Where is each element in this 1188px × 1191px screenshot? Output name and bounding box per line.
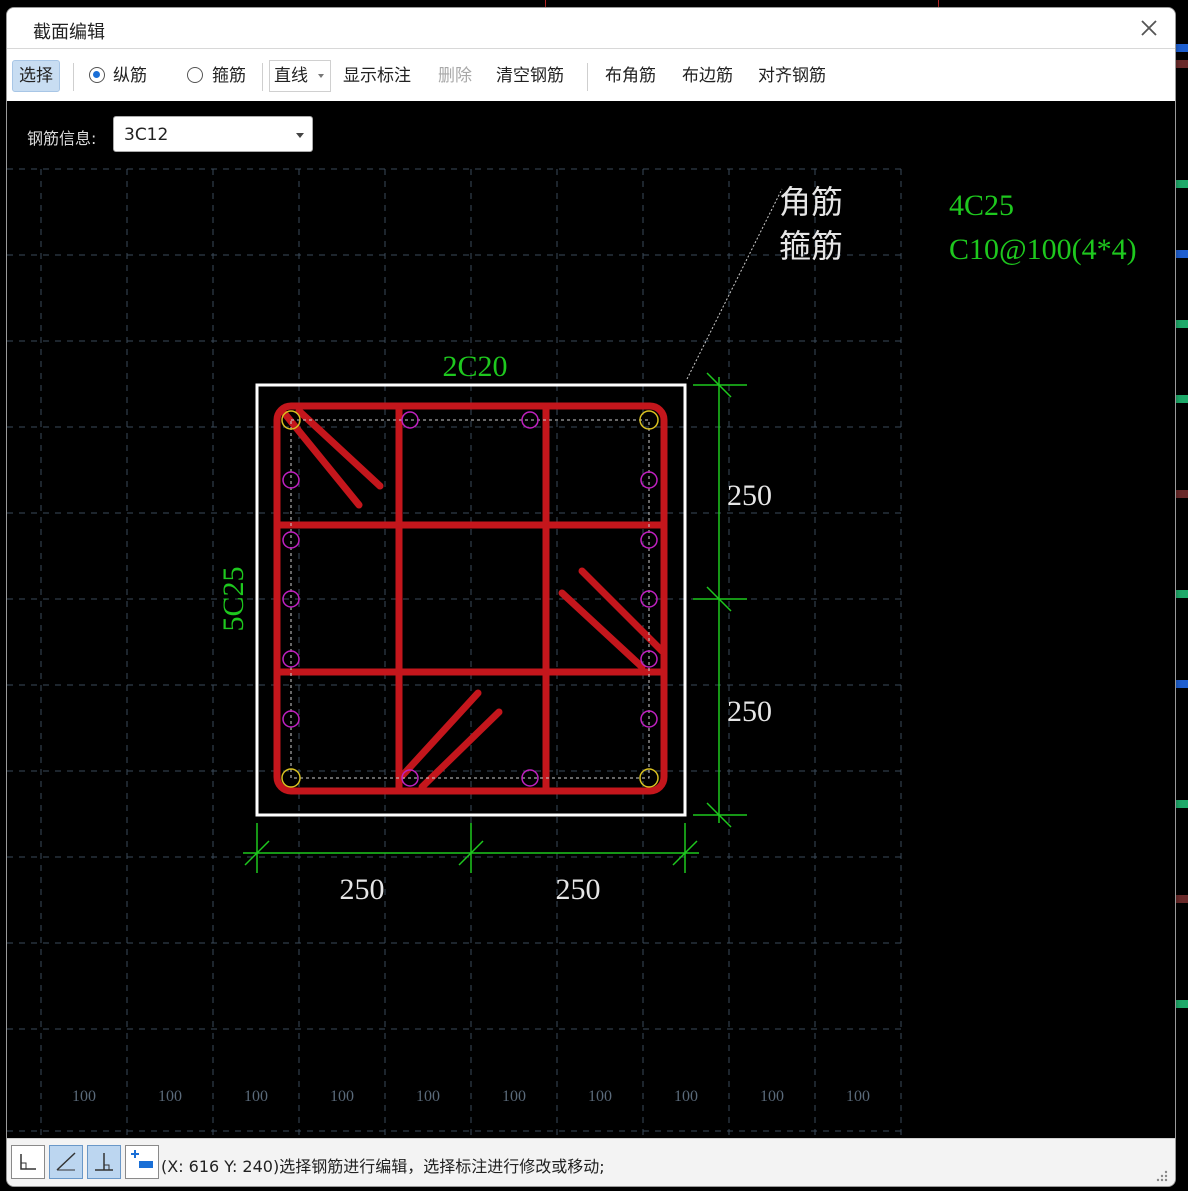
dimension-bottom-right-label[interactable]: 250	[556, 873, 601, 906]
dialog-title: 截面编辑	[33, 22, 105, 43]
grid-label: 100	[330, 1088, 354, 1105]
dimension-right[interactable]	[693, 372, 747, 828]
side-rebar[interactable]	[640, 531, 658, 549]
stirrup-hook[interactable]	[578, 567, 666, 655]
add-offset-icon	[131, 1150, 153, 1168]
stirrup-radio[interactable]	[187, 67, 203, 83]
orthogonal-mode-button[interactable]	[11, 1145, 45, 1179]
perpendicular-mode-button[interactable]	[87, 1145, 121, 1179]
rebar-info-value: 3C12	[124, 125, 169, 145]
side-rebar[interactable]	[282, 710, 300, 728]
rebar-info-dropdown[interactable]: 3C12	[113, 116, 313, 152]
side-rebar[interactable]	[521, 411, 539, 429]
grid-label: 100	[72, 1088, 96, 1105]
side-rebar[interactable]	[282, 471, 300, 489]
grid-label: 100	[674, 1088, 698, 1105]
corner-rebar-spec[interactable]: 4C25	[949, 189, 1014, 222]
corner-rebars[interactable]	[281, 410, 659, 788]
clear-rebar-button[interactable]: 清空钢筋	[496, 61, 564, 91]
grid-label: 100	[158, 1088, 182, 1105]
status-message: (X: 616 Y: 240)选择钢筋进行编辑，选择标注进行修改或移动;	[161, 1157, 605, 1176]
side-rebar[interactable]	[401, 411, 419, 429]
longitudinal-label[interactable]: 纵筋	[113, 61, 147, 91]
grid-label: 100	[588, 1088, 612, 1105]
grid-label: 100	[416, 1088, 440, 1105]
toolbar: 选择 纵筋 箍筋 直线 显示标注 删除 清空钢筋 布角筋 布边筋 对齐钢筋	[7, 48, 1175, 101]
corner-rebar[interactable]	[639, 410, 659, 430]
close-button[interactable]	[1137, 16, 1161, 40]
resize-grip-icon[interactable]	[1155, 1169, 1169, 1183]
toolbar-separator	[587, 63, 588, 91]
section-drawing[interactable]: 100 100 100 100 100 100 100 100 100 100	[7, 101, 1175, 1138]
perpendicular-icon	[95, 1153, 113, 1171]
close-icon	[1141, 20, 1157, 36]
toolbar-separator	[262, 63, 263, 91]
dimension-right-top-label[interactable]: 250	[727, 479, 772, 512]
top-rebar-label[interactable]: 2C20	[442, 350, 507, 383]
line-mode-value: 直线	[274, 66, 308, 86]
place-edge-rebar-button[interactable]: 布边筋	[682, 61, 733, 91]
grid	[7, 168, 902, 1138]
place-corner-rebar-button[interactable]: 布角筋	[605, 61, 656, 91]
delete-button[interactable]: 删除	[438, 61, 472, 91]
side-rebar[interactable]	[640, 471, 658, 489]
diagonal-icon	[56, 1152, 76, 1171]
section-edit-dialog: 截面编辑 选择 纵筋 箍筋 直线 显示标注 删除 清空钢筋 布角筋 布边筋 对齐…	[6, 7, 1176, 1187]
show-labels-button[interactable]: 显示标注	[343, 61, 411, 91]
chevron-down-icon	[296, 133, 304, 138]
callout-leader	[686, 188, 783, 380]
dimension-right-bottom-label[interactable]: 250	[727, 695, 772, 728]
side-rebar-label[interactable]: 5C25	[217, 566, 250, 631]
title-bar: 截面编辑	[7, 8, 1175, 48]
dimension-bottom[interactable]	[243, 823, 699, 873]
drawing-canvas[interactable]: 100 100 100 100 100 100 100 100 100 100	[7, 101, 1175, 1138]
select-button[interactable]: 选择	[12, 60, 60, 92]
side-rebar[interactable]	[282, 650, 300, 668]
side-rebar[interactable]	[282, 531, 300, 549]
callout-corner-label[interactable]: 角筋	[779, 184, 843, 220]
stirrup-spec[interactable]: C10@100(4*4)	[949, 233, 1137, 266]
grid-label: 100	[244, 1088, 268, 1105]
stirrup-hook[interactable]	[398, 689, 482, 780]
align-rebar-button[interactable]: 对齐钢筋	[758, 61, 826, 91]
callout-stirrup-label[interactable]: 箍筋	[779, 228, 843, 264]
grid-label: 100	[760, 1088, 784, 1105]
longitudinal-radio[interactable]	[89, 67, 105, 83]
line-mode-dropdown[interactable]: 直线	[269, 60, 331, 92]
stirrup-hook[interactable]	[418, 708, 503, 791]
grid-label: 100	[846, 1088, 870, 1105]
add-offset-button[interactable]	[125, 1145, 159, 1179]
rebar-info-label: 钢筋信息:	[27, 129, 97, 148]
status-bar: (X: 616 Y: 240)选择钢筋进行编辑，选择标注进行修改或移动;	[7, 1138, 1175, 1186]
grid-label: 100	[502, 1088, 526, 1105]
stirrup-hook[interactable]	[558, 589, 646, 671]
stirrup-label[interactable]: 箍筋	[212, 61, 246, 91]
orthogonal-icon	[20, 1154, 36, 1170]
diagonal-mode-button[interactable]	[49, 1145, 83, 1179]
toolbar-separator	[73, 63, 74, 91]
dimension-bottom-left-label[interactable]: 250	[340, 873, 385, 906]
chevron-down-icon	[318, 74, 324, 78]
